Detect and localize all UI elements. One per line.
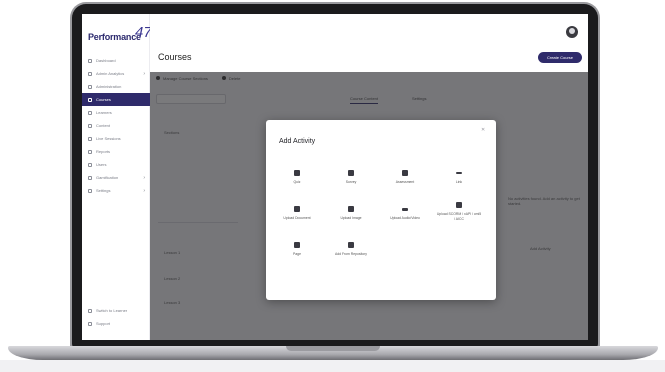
sidebar-item-courses[interactable]: Courses — [82, 93, 150, 106]
screen: Performance 47 Dashboard Admin Analytics… — [82, 14, 588, 340]
sidebar-item-gamification[interactable]: Gamification › — [82, 171, 150, 184]
sidebar-item-label: Admin Analytics — [96, 71, 125, 76]
add-activity-modal: Add Activity ✕ Quiz Survey Assessment Li… — [266, 120, 496, 300]
activity-label: Upload Image — [340, 216, 362, 220]
admin-icon — [88, 84, 92, 89]
sidebar-item-admin-analytics[interactable]: Admin Analytics › — [82, 67, 150, 80]
sidebar-item-label: Users — [96, 162, 107, 167]
activity-label: Upload Document — [283, 216, 311, 220]
support-icon — [88, 321, 92, 326]
sidebar-item-label: Gamification — [96, 175, 119, 180]
page-title: Courses — [158, 52, 192, 62]
sidebar: Performance 47 Dashboard Admin Analytics… — [82, 14, 152, 340]
sidebar-item-label: Courses — [96, 97, 111, 102]
link-icon — [456, 172, 462, 174]
sidebar-item-label: Reports — [96, 149, 111, 154]
video-icon — [402, 208, 408, 211]
sidebar-nav: Dashboard Admin Analytics › Administratio… — [82, 54, 150, 197]
activity-survey[interactable]: Survey — [328, 170, 374, 185]
activity-upload-scorm[interactable]: Upload SCORM / xAPI / cmi5 / AICC — [436, 202, 482, 221]
package-icon — [456, 202, 462, 208]
quiz-icon — [294, 170, 300, 176]
activity-upload-document[interactable]: Upload Document — [274, 206, 320, 221]
activity-label: Link — [455, 180, 463, 184]
activity-page[interactable]: Page — [274, 242, 320, 257]
repository-icon — [348, 242, 354, 248]
logo: Performance 47 — [88, 24, 152, 46]
activity-label: Add From Repository — [334, 252, 368, 256]
laptop-notch — [286, 346, 380, 351]
document-icon — [294, 206, 300, 212]
chevron-down-icon: › — [143, 187, 145, 194]
activity-label: Assessment — [395, 180, 415, 184]
sidebar-item-reports[interactable]: Reports — [82, 145, 150, 158]
courses-icon — [88, 97, 92, 102]
sidebar-item-label: Switch to Learner — [96, 308, 128, 313]
sidebar-item-label: Live Sessions — [96, 136, 121, 141]
activity-upload-audio-video[interactable]: Upload Audio/Video — [382, 206, 428, 221]
sidebar-bottom: Switch to Learner Support — [82, 304, 150, 330]
sidebar-item-learners[interactable]: Learners — [82, 106, 150, 119]
sidebar-item-content[interactable]: Content — [82, 119, 150, 132]
learners-icon — [88, 110, 92, 115]
activity-label: Page — [293, 252, 301, 256]
sidebar-item-switch-learner[interactable]: Switch to Learner — [82, 304, 150, 317]
chevron-down-icon: › — [143, 70, 145, 77]
sidebar-item-administration[interactable]: Administration — [82, 80, 150, 93]
analytics-icon — [88, 71, 92, 76]
activity-upload-image[interactable]: Upload Image — [328, 206, 374, 221]
sidebar-item-users[interactable]: Users — [82, 158, 150, 171]
sidebar-item-support[interactable]: Support — [82, 317, 150, 330]
laptop-shadow — [0, 360, 665, 372]
logo-text: Performance — [88, 32, 141, 42]
activity-label: Survey — [345, 180, 357, 184]
switch-icon — [88, 308, 92, 313]
avatar[interactable] — [566, 26, 578, 38]
reports-icon — [88, 149, 92, 154]
close-icon[interactable]: ✕ — [481, 127, 485, 133]
sidebar-item-label: Learners — [96, 110, 112, 115]
chevron-down-icon: › — [143, 174, 145, 181]
content-icon — [88, 123, 92, 128]
activity-label: Quiz — [293, 180, 301, 184]
survey-icon — [348, 170, 354, 176]
header: Courses Create Course — [150, 14, 588, 72]
modal-title: Add Activity — [279, 138, 316, 145]
activity-label: Upload SCORM / xAPI / cmi5 / AICC — [436, 212, 482, 221]
sidebar-item-dashboard[interactable]: Dashboard — [82, 54, 150, 67]
laptop-mockup: Performance 47 Dashboard Admin Analytics… — [0, 0, 665, 372]
dashboard-icon — [88, 58, 92, 63]
sidebar-item-label: Support — [96, 321, 111, 326]
sidebar-item-label: Settings — [96, 188, 111, 193]
page-icon — [294, 242, 300, 248]
sidebar-item-settings[interactable]: Settings › — [82, 184, 150, 197]
image-icon — [348, 206, 354, 212]
sidebar-item-label: Dashboard — [96, 58, 116, 63]
assessment-icon — [402, 170, 408, 176]
activity-add-from-repository[interactable]: Add From Repository — [324, 242, 378, 257]
sidebar-item-live-sessions[interactable]: Live Sessions — [82, 132, 150, 145]
live-sessions-icon — [88, 136, 92, 141]
activity-link[interactable]: Link — [436, 170, 482, 185]
gear-icon — [88, 188, 92, 193]
create-course-button[interactable]: Create Course — [538, 52, 582, 63]
sidebar-item-label: Administration — [96, 84, 122, 89]
activity-assessment[interactable]: Assessment — [382, 170, 428, 185]
activity-quiz[interactable]: Quiz — [274, 170, 320, 185]
sidebar-item-label: Content — [96, 123, 111, 128]
activity-label: Upload Audio/Video — [390, 216, 420, 220]
gamification-icon — [88, 175, 92, 180]
users-icon — [88, 162, 92, 167]
